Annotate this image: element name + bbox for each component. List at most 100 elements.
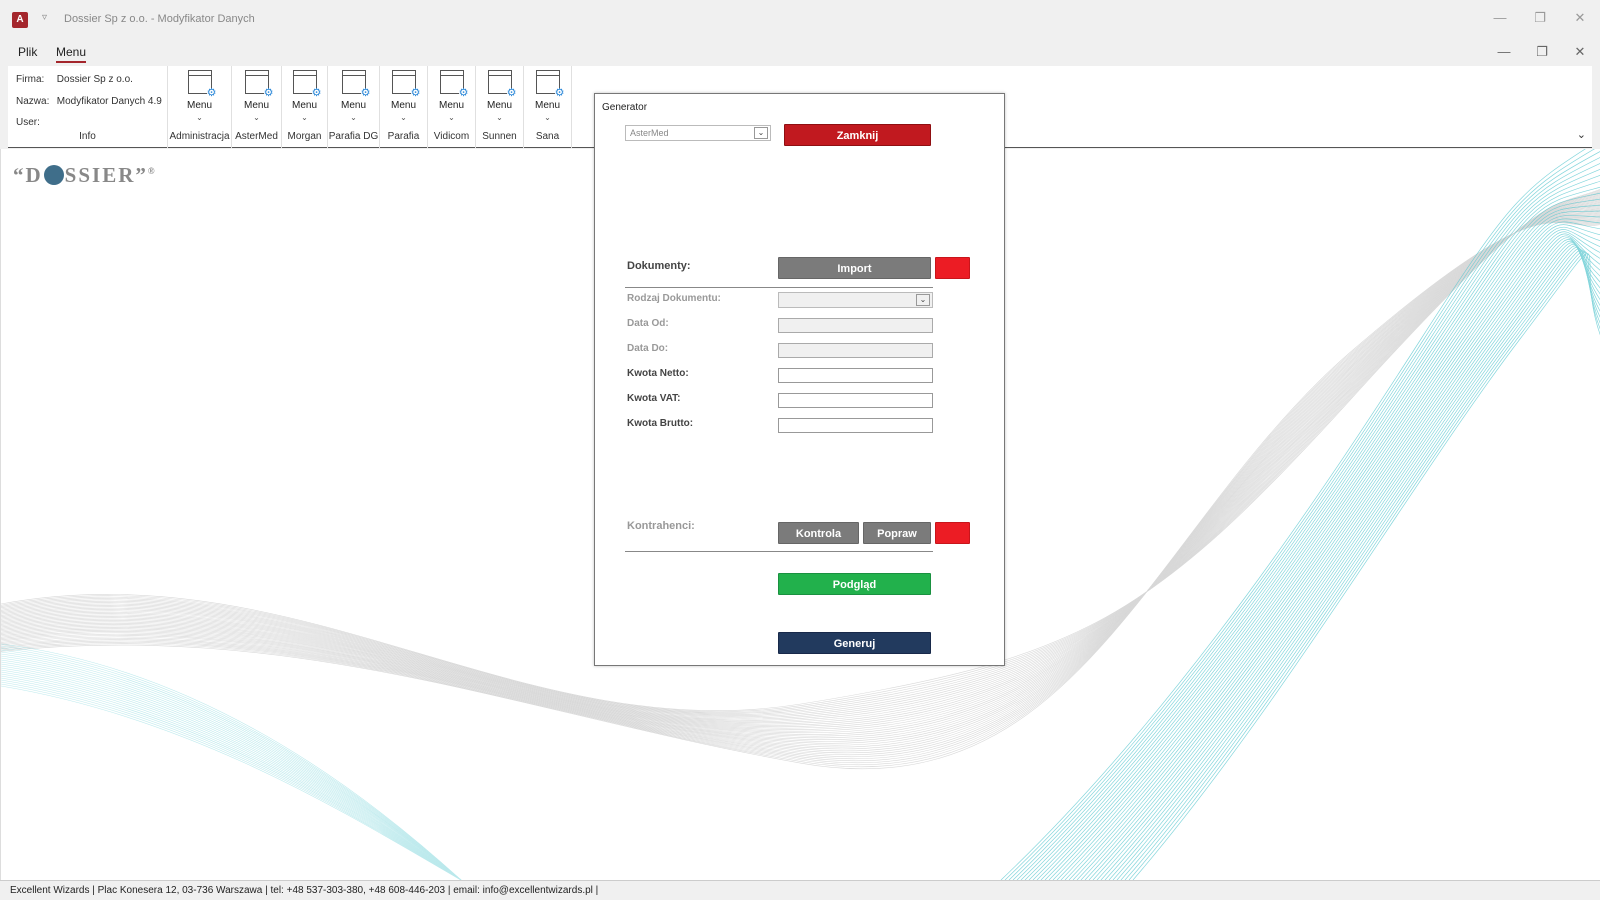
group-parafia-dg: Menu ⌄ Parafia DG bbox=[328, 66, 380, 148]
menu-button-sunnen[interactable]: Menu ⌄ bbox=[476, 70, 523, 122]
group-parafia: Menu ⌄ Parafia bbox=[380, 66, 428, 148]
data-od-label: Data Od: bbox=[627, 318, 669, 329]
firma-label: Firma: bbox=[16, 74, 45, 85]
company-select[interactable]: AsterMed ⌄ bbox=[625, 125, 771, 141]
chevron-down-icon: ⌄ bbox=[196, 113, 203, 122]
quick-access-dropdown-icon[interactable]: ▿ bbox=[42, 12, 47, 23]
generator-dialog: Generator AsterMed ⌄ Zamknij Dokumenty: … bbox=[594, 93, 1005, 666]
menu-button-vidicom[interactable]: Menu ⌄ bbox=[428, 70, 475, 122]
dokumenty-label: Dokumenty: bbox=[627, 260, 691, 272]
user-label: User: bbox=[16, 117, 40, 128]
access-app-icon[interactable]: A bbox=[12, 12, 28, 28]
menu-button-astermed[interactable]: Menu ⌄ bbox=[232, 70, 281, 122]
form-settings-icon bbox=[535, 70, 565, 99]
chevron-down-icon[interactable]: ⌄ bbox=[754, 127, 768, 139]
import-button[interactable]: Import bbox=[778, 257, 931, 279]
ribbon-tabs: Plik Menu bbox=[0, 40, 1600, 64]
section-divider bbox=[625, 287, 933, 288]
menu-button-morgan[interactable]: Menu ⌄ bbox=[282, 70, 327, 122]
kontrahenci-label: Kontrahenci: bbox=[627, 520, 695, 532]
form-settings-icon bbox=[341, 70, 371, 99]
dossier-logo: “D SSIER”® bbox=[13, 163, 157, 187]
group-sunnen: Menu ⌄ Sunnen bbox=[476, 66, 524, 148]
chevron-down-icon: ⌄ bbox=[253, 113, 260, 122]
group-caption: Sunnen bbox=[482, 131, 517, 142]
nazwa-row: Nazwa: Modyfikator Danych 4.9 bbox=[16, 96, 162, 107]
kwota-netto-field[interactable] bbox=[778, 368, 933, 383]
section-divider bbox=[625, 551, 933, 552]
ribbon-collapse-icon[interactable]: ⌄ bbox=[1577, 128, 1586, 141]
dialog-title: Generator bbox=[602, 102, 648, 113]
group-caption: AsterMed bbox=[235, 131, 278, 142]
globe-icon bbox=[43, 165, 64, 185]
preview-button[interactable]: Podgląd bbox=[778, 573, 931, 595]
form-settings-icon bbox=[439, 70, 469, 99]
data-do-field[interactable] bbox=[778, 343, 933, 358]
chevron-down-icon: ⌄ bbox=[400, 113, 407, 122]
restore-icon[interactable]: ❐ bbox=[1530, 10, 1550, 26]
status-bar: Excellent Wizards | Plac Konesera 12, 03… bbox=[0, 880, 1600, 900]
data-od-field[interactable] bbox=[778, 318, 933, 333]
group-caption: Morgan bbox=[287, 131, 322, 142]
nazwa-label: Nazwa: bbox=[16, 96, 50, 107]
minimize-icon[interactable]: — bbox=[1490, 10, 1510, 25]
menu-button-sana[interactable]: Menu ⌄ bbox=[524, 70, 571, 122]
tab-menu[interactable]: Menu bbox=[56, 45, 87, 63]
kwota-vat-field[interactable] bbox=[778, 393, 933, 408]
generate-button[interactable]: Generuj bbox=[778, 632, 931, 654]
kwota-vat-label: Kwota VAT: bbox=[627, 393, 681, 404]
group-caption: Sana bbox=[535, 131, 560, 142]
menu-button-label: Menu bbox=[243, 100, 269, 111]
document-minimize-icon[interactable]: — bbox=[1494, 44, 1514, 59]
form-settings-icon bbox=[292, 70, 322, 99]
user-row: User: bbox=[16, 117, 54, 128]
close-icon[interactable]: ✕ bbox=[1570, 10, 1590, 26]
popraw-button[interactable]: Popraw bbox=[863, 522, 931, 544]
group-caption: Parafia DG bbox=[328, 131, 379, 142]
document-restore-icon[interactable]: ❐ bbox=[1532, 44, 1552, 60]
form-settings-icon bbox=[187, 70, 217, 99]
chevron-down-icon: ⌄ bbox=[544, 113, 551, 122]
group-caption: Administracja bbox=[169, 131, 230, 142]
menu-button-label: Menu bbox=[486, 100, 512, 111]
group-morgan: Menu ⌄ Morgan bbox=[282, 66, 328, 148]
kwota-brutto-field[interactable] bbox=[778, 418, 933, 433]
form-settings-icon bbox=[487, 70, 517, 99]
rodzaj-dokumentu-select[interactable]: ⌄ bbox=[778, 292, 933, 308]
document-close-icon[interactable]: ✕ bbox=[1570, 44, 1590, 60]
chevron-down-icon: ⌄ bbox=[350, 113, 357, 122]
kwota-netto-label: Kwota Netto: bbox=[627, 368, 689, 379]
group-administracja: Menu ⌄ Administracja bbox=[168, 66, 232, 148]
menu-button-label: Menu bbox=[438, 100, 464, 111]
group-sana: Menu ⌄ Sana bbox=[524, 66, 572, 148]
form-settings-icon bbox=[391, 70, 421, 99]
info-group: Firma: Dossier Sp z o.o. Nazwa: Modyfika… bbox=[8, 66, 168, 148]
group-astermed: Menu ⌄ AsterMed bbox=[232, 66, 282, 148]
menu-button-parafia[interactable]: Menu ⌄ bbox=[380, 70, 427, 122]
nazwa-value: Modyfikator Danych 4.9 bbox=[56, 96, 162, 107]
chevron-down-icon: ⌄ bbox=[301, 113, 308, 122]
group-caption: Parafia bbox=[387, 131, 420, 142]
menu-button-parafia-dg[interactable]: Menu ⌄ bbox=[328, 70, 379, 122]
tab-plik[interactable]: Plik bbox=[18, 45, 37, 59]
kwota-brutto-label: Kwota Brutto: bbox=[627, 418, 694, 429]
data-do-label: Data Do: bbox=[627, 343, 669, 354]
menu-button-label: Menu bbox=[390, 100, 416, 111]
chevron-down-icon: ⌄ bbox=[448, 113, 455, 122]
firma-row: Firma: Dossier Sp z o.o. bbox=[16, 74, 133, 85]
firma-value: Dossier Sp z o.o. bbox=[56, 74, 133, 85]
rodzaj-dokumentu-label: Rodzaj Dokumentu: bbox=[627, 293, 721, 304]
group-caption: Vidicom bbox=[433, 131, 470, 142]
group-vidicom: Menu ⌄ Vidicom bbox=[428, 66, 476, 148]
kontrahenci-status-indicator bbox=[935, 522, 970, 544]
kontrola-button[interactable]: Kontrola bbox=[778, 522, 859, 544]
form-settings-icon bbox=[244, 70, 274, 99]
info-caption: Info bbox=[79, 131, 96, 142]
chevron-down-icon: ⌄ bbox=[496, 113, 503, 122]
title-bar: A ▿ Dossier Sp z o.o. - Modyfikator Dany… bbox=[0, 0, 1600, 40]
menu-button-label: Menu bbox=[534, 100, 560, 111]
window-title: Dossier Sp z o.o. - Modyfikator Danych bbox=[64, 13, 255, 25]
close-button[interactable]: Zamknij bbox=[784, 124, 931, 146]
menu-button-administracja[interactable]: Menu ⌄ bbox=[168, 70, 231, 122]
chevron-down-icon[interactable]: ⌄ bbox=[916, 294, 930, 306]
